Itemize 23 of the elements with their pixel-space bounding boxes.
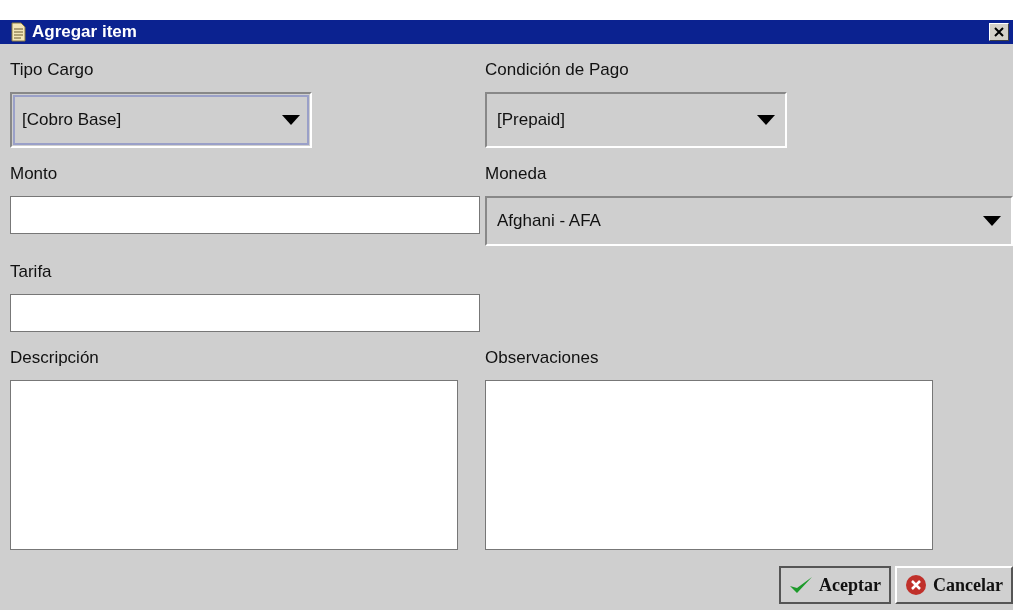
dropdown[interactable]: Afghani - AFA — [485, 196, 1013, 246]
accept-button[interactable]: Aceptar — [779, 566, 891, 604]
dropdown[interactable]: [Prepaid] — [485, 92, 787, 148]
close-icon — [994, 27, 1004, 37]
input-field[interactable] — [10, 196, 480, 234]
field-label: Descripción — [10, 348, 99, 368]
field-label: Observaciones — [485, 348, 599, 368]
close-button[interactable] — [989, 23, 1009, 41]
dropdown-arrow-icon — [282, 115, 300, 125]
dropdown-arrow-icon — [757, 115, 775, 125]
field-label: Monto — [10, 164, 58, 184]
document-icon — [10, 22, 26, 42]
dropdown-arrow-icon — [983, 216, 1001, 226]
field-label: Condición de Pago — [485, 60, 629, 80]
cancel-button[interactable]: Cancelar — [895, 566, 1013, 604]
dropdown[interactable]: [Cobro Base] — [10, 92, 312, 148]
cancel-icon — [905, 574, 927, 596]
field-label: Moneda — [485, 164, 547, 184]
checkmark-icon — [789, 575, 814, 595]
window-title: Agregar item — [32, 22, 138, 42]
input-field[interactable] — [10, 294, 480, 332]
field-label: Tarifa — [10, 262, 52, 282]
field-label: Tipo Cargo — [10, 60, 94, 80]
